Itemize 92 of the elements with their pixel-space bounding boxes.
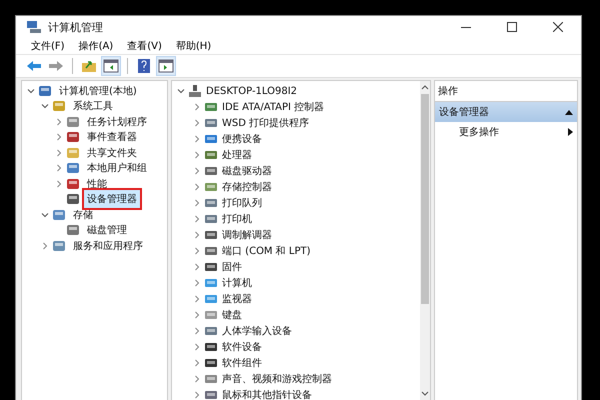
device-icon [204,340,218,354]
menu-item[interactable]: 文件(F) [24,38,72,54]
device-category[interactable]: 处理器 [222,148,252,162]
forward-arrow-icon [48,60,64,72]
device-category[interactable]: 监视器 [222,292,252,306]
device-category[interactable]: 调制解调器 [222,228,272,242]
computer-icon [188,84,202,98]
expand-icon[interactable] [55,148,63,157]
device-category[interactable]: WSD 打印提供程序 [222,116,310,130]
tree-item[interactable]: 本地用户和组 [84,159,150,178]
scroll-thumb[interactable] [421,94,429,304]
tree-item[interactable]: 计算机管理(本地) [56,82,140,100]
device-icon [204,100,218,114]
device-icon [204,228,218,242]
device-icon [204,116,218,130]
tree-item[interactable]: 任务计划程序 [84,112,150,131]
node-icon [66,176,80,191]
device-icon [204,260,218,274]
menu-item[interactable]: 查看(V) [120,38,169,54]
device-icon [204,164,218,178]
node-icon [66,223,80,238]
tree-item[interactable]: 系统工具 [70,97,116,116]
collapse-icon[interactable] [565,110,573,114]
action-pane-button[interactable] [156,56,176,76]
device-category[interactable]: 磁盘驱动器 [222,164,272,178]
expand-icon[interactable] [55,180,63,188]
device-icon [204,276,218,290]
node-icon [66,130,80,144]
computer-name[interactable]: DESKTOP-1LO98I2 [206,86,298,96]
device-icon [204,180,218,194]
collapse-icon[interactable] [41,210,49,219]
expand-icon[interactable] [55,118,63,126]
tree-item[interactable]: 共享文件夹 [84,144,140,162]
node-icon [66,192,80,206]
scrollbar[interactable] [420,81,430,400]
show-pane-button[interactable] [101,56,121,76]
collapse-icon[interactable] [177,87,185,95]
scroll-up-icon[interactable] [421,84,429,90]
device-category[interactable]: 声音、视频和游戏控制器 [222,372,332,386]
collapse-icon[interactable] [27,86,35,95]
device-category[interactable]: 打印队列 [222,196,262,210]
actions-section[interactable]: 设备管理器 [435,102,577,122]
computer-icon [26,20,42,34]
tree-item[interactable]: 磁盘管理 [84,221,130,240]
device-category[interactable]: 便携设备 [222,132,262,146]
device-category[interactable]: 键盘 [222,308,242,322]
device-icon [204,244,218,258]
tree-item[interactable]: 事件查看器 [84,128,140,146]
device-icon [204,324,218,338]
expand-icon[interactable] [55,133,63,142]
device-category[interactable]: IDE ATA/ATAPI 控制器 [222,100,324,114]
close-icon [553,22,563,32]
device-icon [204,148,218,162]
node-icon [66,161,80,176]
section-title: 设备管理器 [439,106,489,119]
maximize-icon [507,22,517,32]
device-category[interactable]: 存储控制器 [222,180,272,194]
device-category[interactable]: 鼠标和其他指针设备 [222,388,312,400]
device-icon [204,372,218,386]
menu-item[interactable]: 帮助(H) [168,38,218,54]
device-icon [204,356,218,370]
node-icon [52,238,66,253]
node-icon [52,99,66,114]
device-icon [204,132,218,146]
device-category[interactable]: 软件设备 [222,340,262,354]
device-icon [204,292,218,306]
back-arrow-icon [26,60,42,72]
device-icon [204,308,218,322]
expand-icon[interactable] [55,164,63,172]
expand-icon[interactable] [41,242,49,250]
device-category[interactable]: 计算机 [222,276,252,290]
tree-item[interactable]: 服务和应用程序 [70,236,146,255]
node-icon [38,84,52,98]
device-icon [204,196,218,210]
device-category[interactable]: 人体学输入设备 [222,324,292,338]
collapse-icon[interactable] [41,102,49,110]
device-icon [204,212,218,226]
action-item[interactable]: 更多操作 [435,122,577,142]
scroll-down-icon[interactable] [421,391,429,397]
node-icon [52,208,66,222]
device-category[interactable]: 打印机 [222,212,252,226]
device-category[interactable]: 固件 [222,260,242,274]
tree-item[interactable]: 存储 [70,206,96,224]
window-title: 计算机管理 [48,20,103,34]
submenu-arrow-icon [568,128,573,136]
node-icon [66,114,80,129]
tree-item[interactable]: 设备管理器 [84,190,140,208]
device-category[interactable]: 端口 (COM 和 LPT) [222,244,311,258]
node-icon [66,146,80,160]
device-category[interactable]: 软件组件 [222,356,262,370]
menu-item[interactable]: 操作(A) [72,38,120,54]
tree-item[interactable]: 性能 [84,174,110,193]
